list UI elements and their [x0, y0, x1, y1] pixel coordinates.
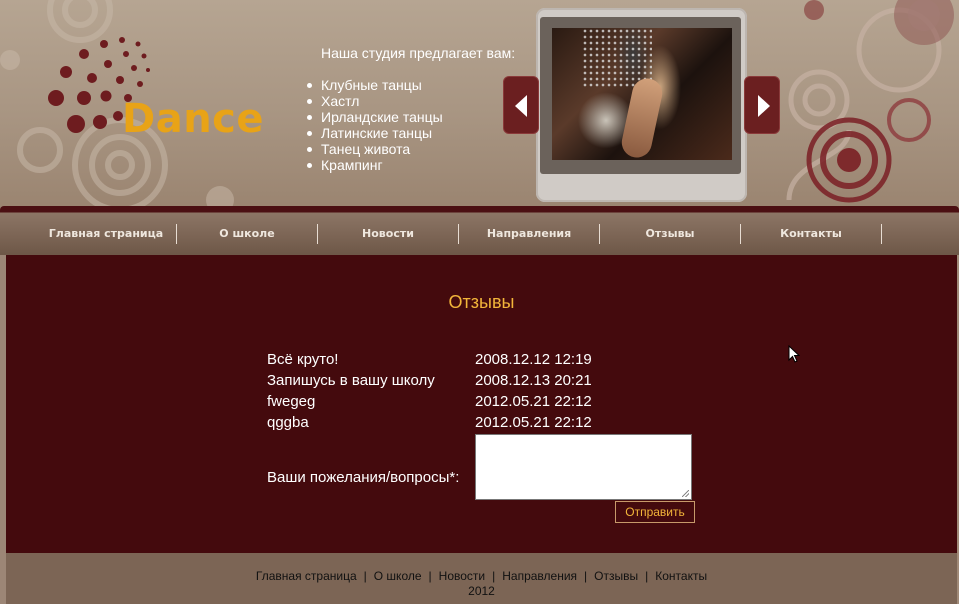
footer-link-about[interactable]: О школе	[374, 569, 422, 583]
review-date: 2012.05.21 22:12	[475, 393, 592, 410]
offer-item: Латинские танцы	[305, 125, 515, 141]
reviews-list: Всё круто! 2008.12.12 12:19 Запишусь в в…	[267, 349, 635, 433]
chevron-left-icon	[515, 95, 527, 117]
decorative-swirl-right	[786, 0, 954, 203]
nav-item-directions[interactable]: Направления	[459, 224, 600, 244]
footer-link-contacts[interactable]: Контакты	[655, 569, 707, 583]
nav-item-about[interactable]: О школе	[177, 224, 318, 244]
logo-text: Dance	[122, 96, 265, 142]
offer-title: Наша студия предлагает вам:	[321, 45, 516, 61]
review-text: Запишусь в вашу школу	[267, 372, 435, 389]
nav-item-contacts[interactable]: Контакты	[741, 224, 882, 244]
footer: Главная страница | О школе | Новости | Направл…	[6, 553, 957, 604]
review-date: 2012.05.21 22:12	[475, 414, 592, 431]
footer-separator: |	[584, 569, 588, 583]
review-date: 2008.12.12 12:19	[475, 351, 592, 368]
footer-links: Главная страница | О школе | Новости | Направл…	[6, 569, 957, 583]
offer-block: Наша студия предлагает вам: Клубные танц…	[305, 45, 515, 173]
footer-separator: |	[645, 569, 649, 583]
footer-separator: |	[363, 569, 367, 583]
offer-item: Танец живота	[305, 141, 515, 157]
review-text: Всё круто!	[267, 351, 339, 368]
nav-item-news[interactable]: Новости	[318, 224, 459, 244]
feedback-form: Ваши пожелания/вопросы*: Отправить	[267, 434, 707, 524]
footer-link-home[interactable]: Главная страница	[256, 569, 357, 583]
feedback-textarea[interactable]	[475, 434, 692, 500]
submit-button[interactable]: Отправить	[615, 501, 695, 523]
footer-separator: |	[492, 569, 496, 583]
offer-item: Клубные танцы	[305, 77, 515, 93]
nav-item-home[interactable]: Главная страница	[36, 224, 177, 244]
photo-detail	[619, 75, 665, 160]
footer-link-reviews[interactable]: Отзывы	[594, 569, 638, 583]
main-content: Отзывы Всё круто! 2008.12.12 12:19 Запиш…	[6, 255, 957, 553]
footer-year: 2012	[468, 584, 495, 598]
feedback-label: Ваши пожелания/вопросы*:	[267, 469, 460, 486]
footer-separator: |	[428, 569, 432, 583]
review-row: Запишусь в вашу школу 2008.12.13 20:21	[267, 370, 635, 391]
review-text: fwegeg	[267, 393, 316, 410]
page-title: Отзывы	[448, 292, 515, 312]
offer-list: Клубные танцы Хастл Ирландские танцы Лат…	[305, 77, 515, 173]
slider-photo	[552, 28, 732, 160]
offer-item: Ирландские танцы	[305, 109, 515, 125]
slider-next-button[interactable]	[744, 76, 780, 134]
review-row: Всё круто! 2008.12.12 12:19	[267, 349, 635, 370]
footer-link-news[interactable]: Новости	[439, 569, 485, 583]
review-date: 2008.12.13 20:21	[475, 372, 592, 389]
review-row: qggba 2012.05.21 22:12	[267, 412, 635, 433]
nav-item-reviews[interactable]: Отзывы	[600, 224, 741, 244]
review-row: fwegeg 2012.05.21 22:12	[267, 391, 635, 412]
header: Dance Наша студия предлагает вам: Клубны…	[0, 0, 959, 210]
chevron-right-icon	[758, 95, 770, 117]
main-nav: Главная страница О школе Новости Направл…	[0, 206, 959, 255]
offer-item: Хастл	[305, 93, 515, 109]
review-text: qggba	[267, 414, 309, 431]
slider-prev-button[interactable]	[503, 76, 539, 134]
footer-link-directions[interactable]: Направления	[502, 569, 577, 583]
offer-item: Крампинг	[305, 157, 515, 173]
mouse-cursor-icon	[788, 345, 800, 363]
